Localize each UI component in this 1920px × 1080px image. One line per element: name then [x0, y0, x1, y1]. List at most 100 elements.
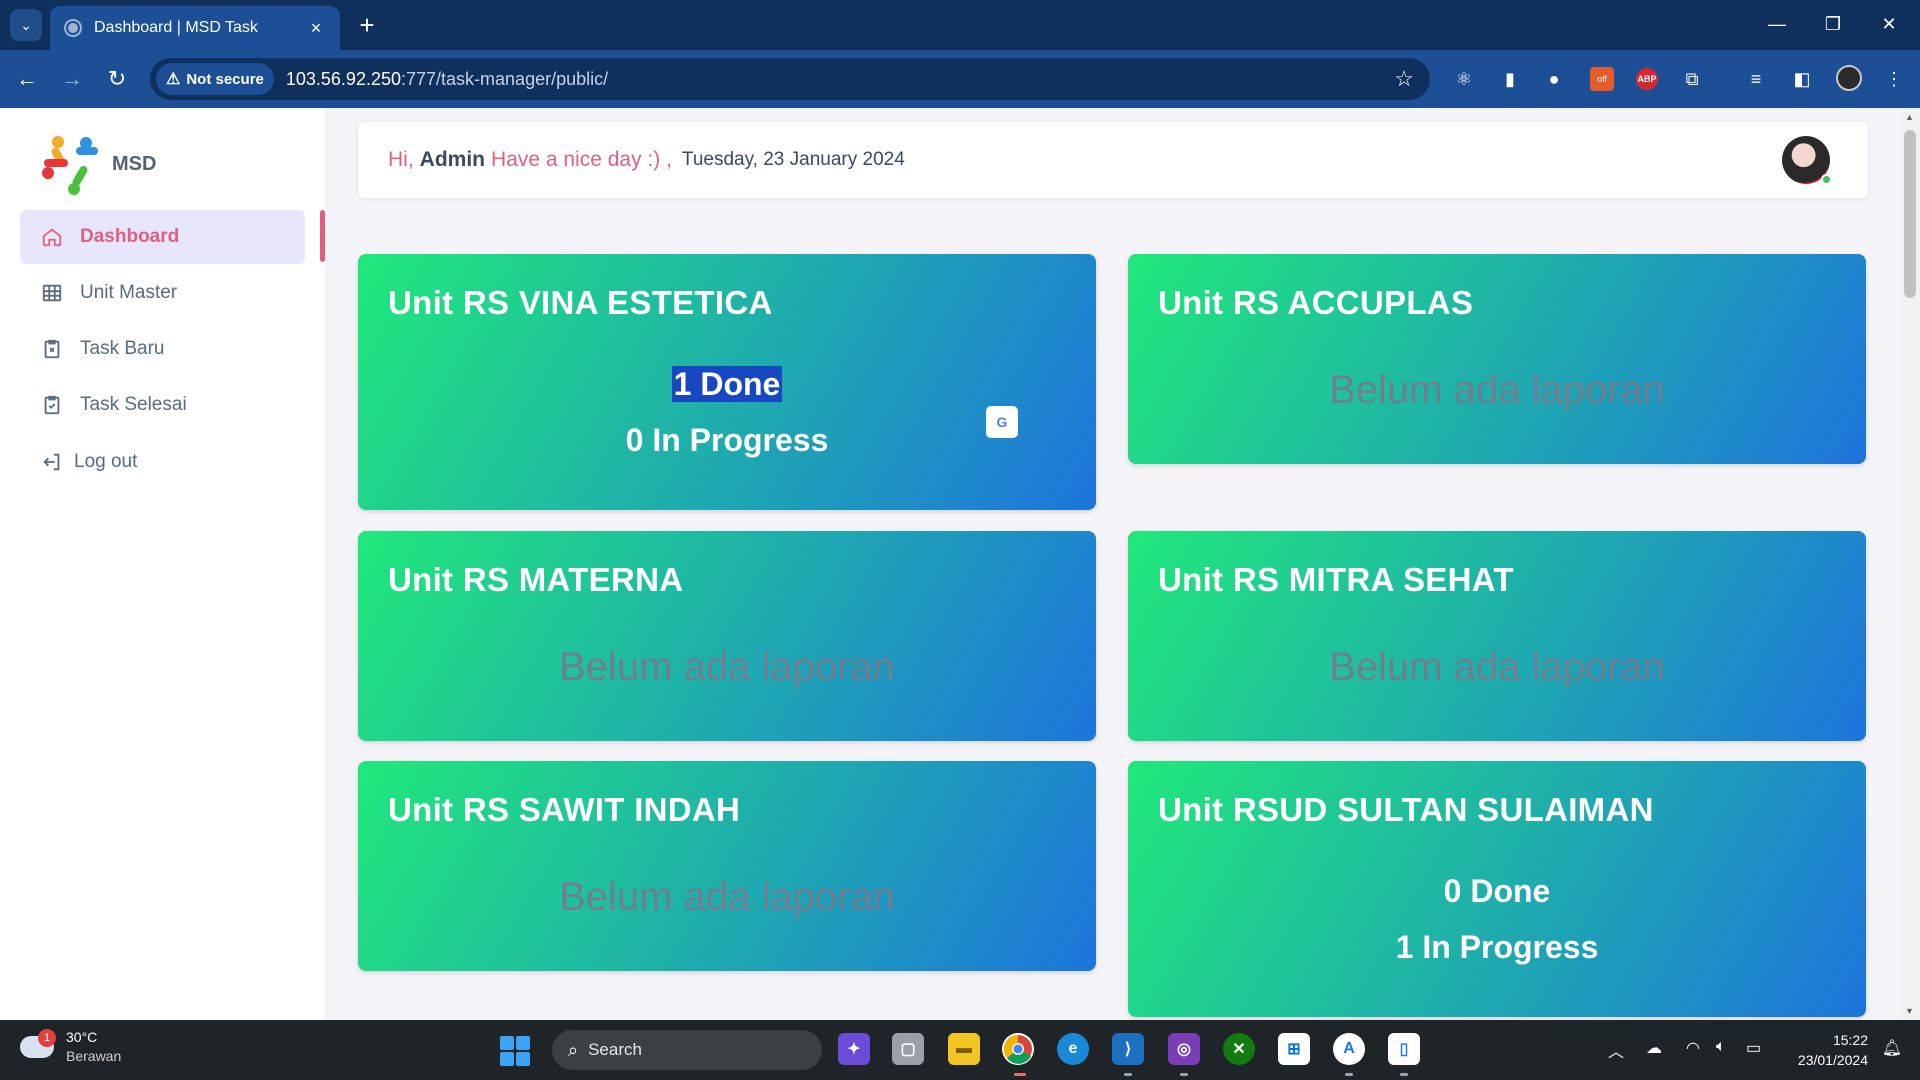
- chrome-icon[interactable]: [1002, 1033, 1034, 1065]
- sidebar-item-label: Log out: [74, 451, 138, 472]
- tab-search-button[interactable]: ⌄: [10, 9, 42, 41]
- unit-title: Unit RS MATERNA: [388, 561, 684, 598]
- url-host: 103.56.92.250: [285, 68, 401, 89]
- unit-card[interactable]: Unit RS VINA ESTETICA 1 Done 0 In Progre…: [358, 254, 1096, 510]
- sidebar-item-task-baru[interactable]: Task Baru: [20, 322, 305, 376]
- forward-button[interactable]: →: [55, 62, 89, 96]
- warning-icon: ⚠: [166, 71, 181, 88]
- current-date: Tuesday, 23 January 2024: [681, 149, 905, 170]
- android-studio-icon[interactable]: A: [1333, 1033, 1365, 1065]
- sidebar-item-task-selesai[interactable]: Task Selesai: [20, 378, 305, 432]
- greeting-name: Admin: [419, 148, 485, 171]
- sidebar-item-unit-master[interactable]: Unit Master: [20, 266, 305, 320]
- browser-toolbar: ← → ↻ ⚠ Not secure 103.56.92.250:777/tas…: [0, 50, 1920, 108]
- back-button[interactable]: ←: [10, 62, 44, 96]
- windows-start-button[interactable]: [500, 1036, 530, 1066]
- security-chip[interactable]: ⚠ Not secure: [156, 63, 274, 95]
- unit-title: Unit RS SAWIT INDAH: [388, 791, 741, 828]
- postman-icon[interactable]: ◎: [1168, 1033, 1200, 1065]
- windows-taskbar: 1 30°C Berawan ⌕ Search ✦ ▢ ▬ e ⟩ ◎ ✕ ⊞ …: [0, 1020, 1920, 1080]
- scroll-down-icon[interactable]: ▼: [1905, 1006, 1914, 1016]
- taskbar-search[interactable]: ⌕ Search: [552, 1030, 822, 1070]
- clock-time: 15:22: [1832, 1032, 1868, 1048]
- unit-card[interactable]: Unit RS SAWIT INDAH Belum ada laporan: [358, 761, 1096, 971]
- extensions-puzzle-icon[interactable]: ⧉: [1678, 65, 1706, 93]
- online-status-dot: [1821, 174, 1832, 185]
- unit-card[interactable]: Unit RSUD SULTAN SULAIMAN 0 Done 1 In Pr…: [1128, 761, 1866, 1017]
- weather-description: Berawan: [66, 1048, 122, 1064]
- done-count: 1 Done: [671, 366, 783, 402]
- main-content: Hi, Admin Have a nice day :) , Tuesday, …: [325, 108, 1900, 1020]
- system-clock[interactable]: 15:22 23/01/2024: [1798, 1030, 1868, 1070]
- done-count: 0 Done: [1443, 873, 1551, 909]
- logout-icon: [40, 450, 64, 474]
- notification-badge: 1: [38, 1029, 56, 1047]
- copilot-icon[interactable]: ✦: [838, 1033, 870, 1065]
- onedrive-icon[interactable]: ☁: [1646, 1038, 1662, 1058]
- side-panel-icon[interactable]: ◧: [1788, 65, 1816, 93]
- wifi-icon[interactable]: ◠: [1686, 1038, 1700, 1058]
- phone-link-icon[interactable]: ▯: [1388, 1033, 1420, 1065]
- sidebar-item-dashboard[interactable]: Dashboard: [20, 210, 305, 264]
- cloud-icon: 1: [20, 1029, 56, 1058]
- extension-icon[interactable]: ●: [1540, 65, 1568, 93]
- page-scrollbar[interactable]: ▲ ▼: [1900, 108, 1920, 1020]
- notification-bell-icon[interactable]: 🔔︎: [1882, 1038, 1902, 1058]
- url-path: :777/task-manager/public/: [401, 68, 609, 89]
- unit-card[interactable]: Unit RS MITRA SEHAT Belum ada laporan: [1128, 531, 1866, 741]
- sidebar-item-label: Task Baru: [80, 338, 165, 359]
- running-app-indicator: [1345, 1073, 1353, 1076]
- close-tab-icon[interactable]: ×: [306, 18, 326, 39]
- scrollbar-thumb[interactable]: [1904, 130, 1916, 298]
- browser-tab[interactable]: Dashboard | MSD Task ×: [50, 6, 340, 50]
- msd-logo: [42, 136, 98, 195]
- running-app-indicator: [1400, 1073, 1408, 1076]
- empty-report-text: Belum ada laporan: [559, 875, 895, 919]
- unit-title: Unit RSUD SULTAN SULAIMAN: [1158, 791, 1654, 828]
- unit-title: Unit RS MITRA SEHAT: [1158, 561, 1514, 598]
- new-tab-button[interactable]: +: [352, 10, 382, 40]
- close-window-button[interactable]: ✕: [1866, 8, 1912, 40]
- show-hidden-icons-icon[interactable]: ︿: [1608, 1038, 1624, 1062]
- task-view-icon[interactable]: ▢: [892, 1033, 924, 1065]
- microsoft-store-icon[interactable]: ⊞: [1278, 1033, 1310, 1065]
- tab-title: Dashboard | MSD Task: [94, 19, 258, 36]
- xbox-icon[interactable]: ✕: [1223, 1033, 1255, 1065]
- in-progress-count: 1 In Progress: [1395, 929, 1599, 965]
- vscode-icon[interactable]: ⟩: [1112, 1033, 1144, 1065]
- profile-avatar[interactable]: [1836, 65, 1862, 91]
- edge-icon[interactable]: e: [1057, 1033, 1089, 1065]
- bookmark-star-icon[interactable]: ☆: [1394, 66, 1414, 92]
- sidebar-item-logout[interactable]: Log out: [20, 435, 305, 489]
- minimize-button[interactable]: —: [1754, 8, 1800, 40]
- react-devtools-icon[interactable]: ⚛: [1450, 65, 1478, 93]
- security-label: Not secure: [186, 70, 264, 88]
- sidebar-item-label: Unit Master: [80, 282, 178, 303]
- temperature: 30°C: [66, 1029, 98, 1045]
- battery-icon[interactable]: ▭: [1746, 1038, 1761, 1058]
- greeting-card: Hi, Admin Have a nice day :) , Tuesday, …: [358, 122, 1868, 198]
- brand-name: MSD: [112, 153, 157, 175]
- restore-button[interactable]: ❐: [1810, 8, 1856, 40]
- globe-icon: [64, 19, 82, 37]
- address-bar[interactable]: ⚠ Not secure 103.56.92.250:777/task-mana…: [150, 58, 1430, 100]
- table-icon: [40, 281, 64, 305]
- google-translate-icon[interactable]: G: [986, 406, 1018, 438]
- media-control-icon[interactable]: ≡: [1742, 65, 1770, 93]
- scroll-up-icon[interactable]: ▲: [1905, 112, 1914, 122]
- unit-card[interactable]: Unit RS ACCUPLAS Belum ada laporan: [1128, 254, 1866, 464]
- adblock-plus-icon[interactable]: ABP: [1636, 68, 1658, 90]
- chrome-menu-icon[interactable]: ⋮: [1880, 65, 1908, 93]
- sidebar-item-label: Task Selesai: [80, 394, 187, 415]
- file-explorer-icon[interactable]: ▬: [948, 1033, 980, 1065]
- clipboard-extension-icon[interactable]: ▮: [1496, 65, 1524, 93]
- browser-tab-bar: ⌄ Dashboard | MSD Task × + — ❐ ✕: [0, 0, 1920, 50]
- reload-button[interactable]: ↻: [100, 62, 134, 96]
- url-text[interactable]: 103.56.92.250:777/task-manager/public/: [286, 69, 608, 90]
- empty-report-text: Belum ada laporan: [559, 645, 895, 689]
- weather-widget[interactable]: 1 30°C Berawan: [20, 1028, 121, 1066]
- volume-icon[interactable]: 🔈︎: [1716, 1038, 1726, 1056]
- unit-title: Unit RS VINA ESTETICA: [388, 284, 773, 321]
- unit-card[interactable]: Unit RS MATERNA Belum ada laporan: [358, 531, 1096, 741]
- off-extension-icon[interactable]: off: [1590, 67, 1614, 91]
